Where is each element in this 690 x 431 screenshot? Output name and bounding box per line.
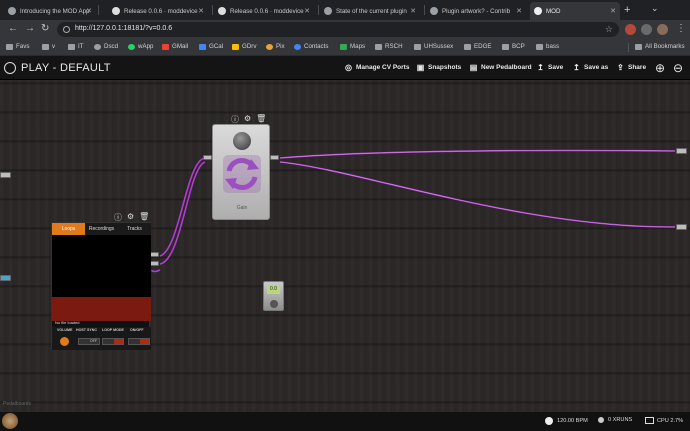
pedalboard-thumbnail-icon[interactable] — [2, 413, 18, 429]
tab-recordings[interactable]: Recordings — [85, 223, 118, 235]
cpu-icon — [645, 417, 654, 424]
pedal-name: Gain — [236, 205, 248, 211]
system-capture-jack[interactable] — [0, 172, 11, 178]
tuner-pedal[interactable]: 0.0 — [263, 281, 284, 311]
cpu-display: CPU 2.7% — [645, 417, 683, 424]
clock-icon — [545, 417, 553, 425]
system-playback-jack-1[interactable] — [676, 148, 687, 154]
plugin-output-jack[interactable] — [150, 252, 159, 257]
looper-status-message: No file loaded — [55, 320, 80, 325]
on-off-switch[interactable] — [128, 338, 150, 345]
looper-waveform[interactable] — [52, 297, 151, 321]
system-playback-jack-2[interactable] — [676, 224, 687, 230]
host-sync-switch[interactable]: OFF — [78, 338, 100, 345]
looper-plugin[interactable]: Loops Recordings Tracks No file loaded V… — [51, 222, 151, 350]
plugin-input-jack[interactable] — [203, 155, 212, 160]
status-bar: 120.00 BPM 0 XRUNS CPU 2.7% — [0, 412, 690, 431]
tab-loops[interactable]: Loops — [52, 223, 85, 235]
cable[interactable] — [159, 161, 206, 265]
tab-tracks[interactable]: Tracks — [118, 223, 151, 235]
host-sync-value: OFF — [90, 339, 97, 343]
volume-label: VOLUME — [57, 328, 73, 332]
tuner-display: 0.0 — [267, 285, 280, 294]
host-sync-label: HOST SYNC — [76, 328, 97, 332]
looper-controls: VOLUME HOST SYNC LOOP MODE ON/OFF OFF — [52, 327, 151, 350]
volume-knob[interactable] — [60, 337, 69, 346]
system-midi-jack[interactable] — [0, 275, 11, 281]
gain-knob[interactable] — [233, 132, 251, 150]
xruns-display: 0 XRUNS — [598, 417, 632, 423]
looper-screen — [52, 235, 151, 297]
loop-mode-label: LOOP MODE — [102, 328, 124, 332]
pedalboards-watermark: Pedalboards — [3, 401, 32, 407]
gain-pedal[interactable]: Gain — [212, 124, 270, 220]
plugin-output-jack[interactable] — [150, 261, 159, 266]
xruns-icon — [598, 417, 604, 423]
cables-layer — [151, 149, 676, 273]
looper-tabs: Loops Recordings Tracks — [52, 223, 151, 235]
plugin-output-jack[interactable] — [270, 155, 279, 160]
cable[interactable] — [151, 269, 161, 273]
pedal-artwork-icon — [223, 155, 261, 193]
loop-mode-switch[interactable] — [102, 338, 124, 345]
bpm-display[interactable]: 120.00 BPM — [545, 417, 588, 425]
footswitch[interactable] — [270, 300, 278, 308]
on-off-label: ON/OFF — [130, 328, 144, 332]
cable[interactable] — [279, 161, 676, 228]
cable[interactable] — [159, 157, 206, 257]
